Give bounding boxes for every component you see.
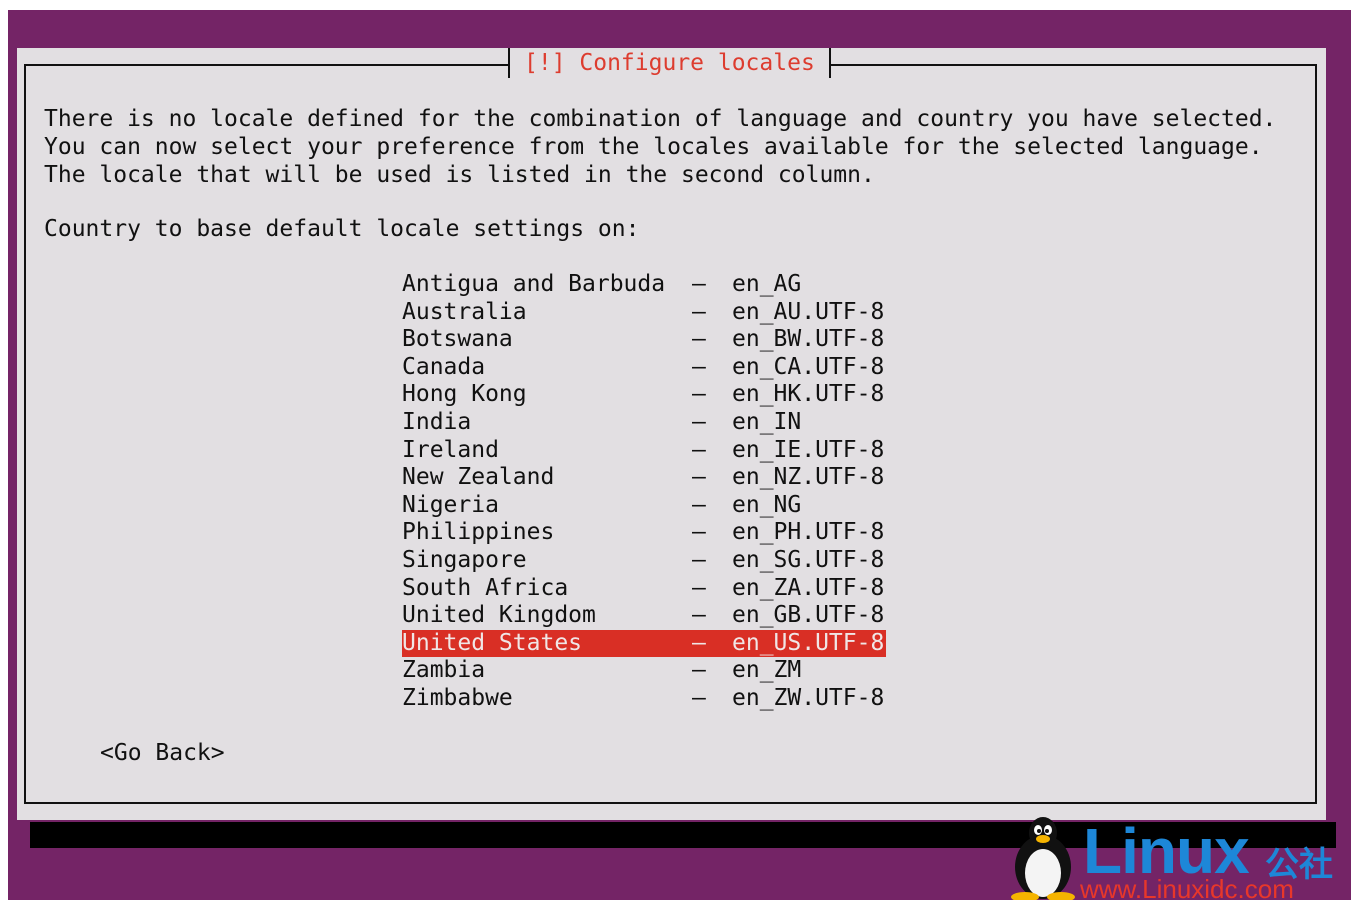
locale-country: India [402,408,472,435]
locale-code: en_AU.UTF-8 [732,298,885,325]
locale-country: Australia [402,298,527,325]
locale-country: United States [402,629,583,656]
locale-option[interactable]: South Africa – en_ZA.UTF-8 [402,575,886,603]
locale-option[interactable]: Botswana – en_BW.UTF-8 [402,326,886,354]
locale-option[interactable]: Singapore – en_SG.UTF-8 [402,547,886,575]
locale-separator: – [692,546,706,573]
locale-country: Canada [402,353,486,380]
locale-separator: – [692,602,706,629]
locale-code: en_IN [732,408,802,435]
locale-country: Nigeria [402,491,499,518]
watermark-url: www.Linuxidc.com [1080,874,1294,904]
penguin-icon [1011,817,1075,900]
locale-code: en_CA.UTF-8 [732,353,885,380]
locale-country: Singapore [402,546,527,573]
dialog-title: [!] Configure locales [508,48,831,78]
locale-option[interactable]: Philippines – en_PH.UTF-8 [402,519,886,547]
locale-option[interactable]: Zimbabwe – en_ZW.UTF-8 [402,685,886,713]
locale-country: Botswana [402,326,513,353]
locale-country: Zimbabwe [402,684,513,711]
locale-separator: – [692,326,706,353]
locale-separator: – [692,408,706,435]
locale-code: en_BW.UTF-8 [732,326,885,353]
locale-country: South Africa [402,574,569,601]
locale-country: Zambia [402,657,486,684]
description-line-3: The locale that will be used is listed i… [44,162,875,188]
locale-separator: – [692,629,706,656]
locale-separator: – [692,574,706,601]
locale-code: en_IE.UTF-8 [732,436,885,463]
locale-separator: – [692,298,706,325]
locale-separator: – [692,436,706,463]
locale-option[interactable]: New Zealand – en_NZ.UTF-8 [402,464,886,492]
locale-code: en_SG.UTF-8 [732,546,885,573]
locale-country: United Kingdom [402,602,596,629]
description-line-2: You can now select your preference from … [44,134,1263,160]
locale-separator: – [692,519,706,546]
locale-code: en_ZW.UTF-8 [732,684,885,711]
locale-code: en_ZA.UTF-8 [732,574,885,601]
locale-list[interactable]: Antigua and Barbuda – en_AG Australia – en_AU… [402,271,886,713]
locale-country: Antigua and Barbuda [402,271,666,297]
locale-option[interactable]: Nigeria – en_NG [402,492,886,520]
locale-option[interactable]: India – en_IN [402,409,886,437]
locale-separator: – [692,353,706,380]
locale-country: Hong Kong [402,381,527,408]
locale-separator: – [692,491,706,518]
locale-option[interactable]: Antigua and Barbuda – en_AG [402,271,886,299]
description-line-1: There is no locale defined for the combi… [44,106,1277,132]
locale-option-selected[interactable]: United States – en_US.UTF-8 [402,629,886,658]
locale-code: en_NG [732,491,802,518]
locale-code: en_NZ.UTF-8 [732,464,885,491]
locale-separator: – [692,381,706,408]
locale-code: en_ZM [732,657,802,684]
locale-separator: – [692,657,706,684]
locale-code: en_AG [732,271,802,297]
dialog-title-text: [!] Configure locales [524,50,815,76]
locale-country: Ireland [402,436,499,463]
locale-code: en_GB.UTF-8 [732,602,885,629]
locale-separator: – [692,464,706,491]
locale-country: Philippines [402,519,555,546]
country-prompt: Country to base default locale settings … [44,216,640,242]
locale-country: New Zealand [402,464,555,491]
locale-option[interactable]: Hong Kong – en_HK.UTF-8 [402,381,886,409]
locale-option[interactable]: Australia – en_AU.UTF-8 [402,299,886,327]
locale-option[interactable]: Ireland – en_IE.UTF-8 [402,437,886,465]
locale-code: en_PH.UTF-8 [732,519,885,546]
go-back-button[interactable]: <Go Back> [100,740,225,766]
locale-separator: – [692,684,706,711]
watermark-logo: Linux 公社 www.Linuxidc.com [1005,815,1355,904]
locale-code: en_US.UTF-8 [732,629,885,656]
locale-separator: – [692,271,706,297]
locale-option[interactable]: Zambia – en_ZM [402,657,886,685]
locale-option[interactable]: United Kingdom – en_GB.UTF-8 [402,602,886,630]
locale-code: en_HK.UTF-8 [732,381,885,408]
locale-option[interactable]: Canada – en_CA.UTF-8 [402,354,886,382]
